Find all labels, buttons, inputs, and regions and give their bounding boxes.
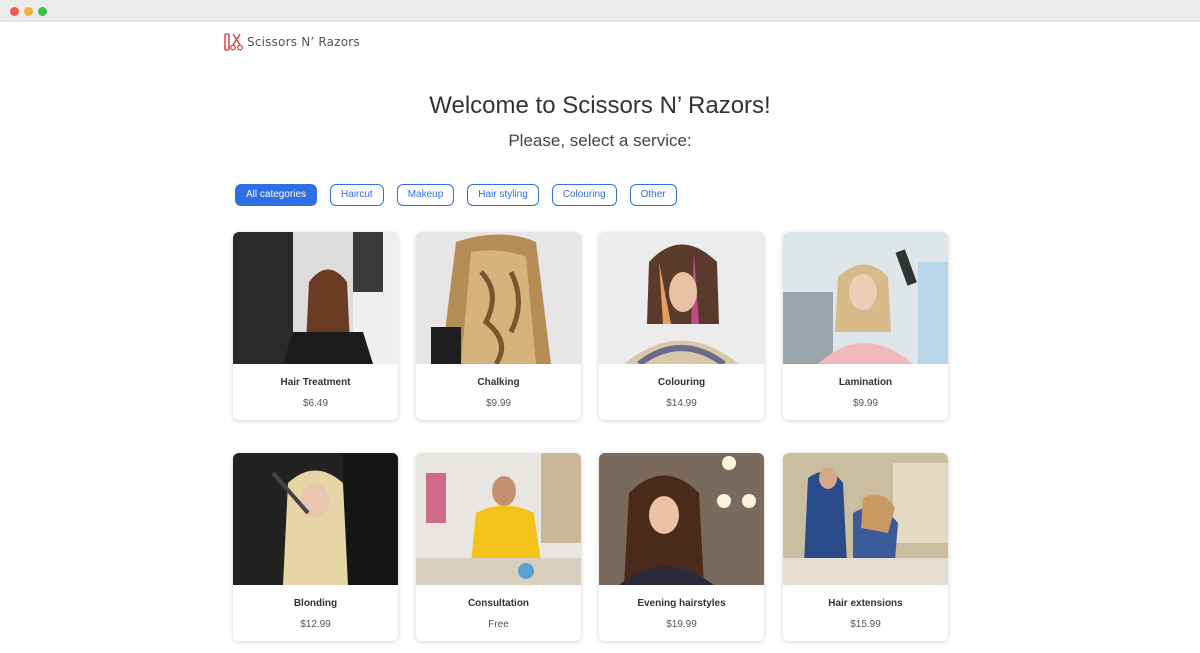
service-name: Consultation	[467, 598, 530, 609]
service-name: Colouring	[657, 377, 706, 388]
page-title: Welcome to Scissors N’ Razors!	[429, 92, 771, 119]
service-price: $12.99	[300, 619, 331, 630]
service-name: Evening hairstyles	[637, 598, 726, 609]
service-card-evening-hairstyles[interactable]: Evening hairstyles $19.99	[599, 453, 764, 641]
category-filter-bar: All categories Haircut Makeup Hair styli…	[235, 184, 690, 206]
service-photo	[599, 232, 764, 364]
minimize-window-button[interactable]	[24, 7, 33, 16]
service-name: Chalking	[477, 377, 520, 388]
service-photo	[599, 453, 764, 585]
service-card-blonding[interactable]: Blonding $12.99	[233, 453, 398, 641]
brand-logo[interactable]: Scissors N’ Razors	[224, 32, 360, 52]
service-photo	[416, 232, 581, 364]
service-name: Lamination	[838, 377, 893, 388]
filter-other[interactable]: Other	[629, 184, 677, 206]
service-photo	[783, 232, 948, 364]
service-card-hair-extensions[interactable]: Hair extensions $15.99	[783, 453, 948, 641]
service-price: $9.99	[485, 398, 512, 409]
service-card-lamination[interactable]: Lamination $9.99	[783, 232, 948, 420]
service-photo	[233, 232, 398, 364]
service-name: Blonding	[293, 598, 338, 609]
service-price: Free	[488, 619, 509, 630]
service-card-consultation[interactable]: Consultation Free	[416, 453, 581, 641]
service-price: $6.49	[302, 398, 329, 409]
close-window-button[interactable]	[10, 7, 19, 16]
service-photo	[416, 453, 581, 585]
service-photo	[233, 453, 398, 585]
window-titlebar	[0, 0, 1200, 22]
page-subtitle: Please, select a service:	[508, 131, 692, 150]
service-card-hair-treatment[interactable]: Hair Treatment $6.49	[233, 232, 398, 420]
filter-colouring[interactable]: Colouring	[551, 184, 617, 206]
maximize-window-button[interactable]	[38, 7, 47, 16]
scissors-razor-icon	[224, 33, 243, 51]
filter-hair-styling[interactable]: Hair styling	[467, 184, 539, 206]
service-price: $14.99	[666, 398, 697, 409]
service-price: $9.99	[852, 398, 879, 409]
filter-all-categories[interactable]: All categories	[235, 184, 318, 206]
brand-name: Scissors N’ Razors	[247, 35, 360, 49]
service-name: Hair Treatment	[280, 377, 351, 388]
service-name: Hair extensions	[828, 598, 903, 609]
service-price: $15.99	[850, 619, 881, 630]
service-card-colouring[interactable]: Colouring $14.99	[599, 232, 764, 420]
service-price: $19.99	[666, 619, 697, 630]
filter-haircut[interactable]: Haircut	[330, 184, 384, 206]
service-card-chalking[interactable]: Chalking $9.99	[416, 232, 581, 420]
filter-makeup[interactable]: Makeup	[396, 184, 455, 206]
service-photo	[783, 453, 948, 585]
